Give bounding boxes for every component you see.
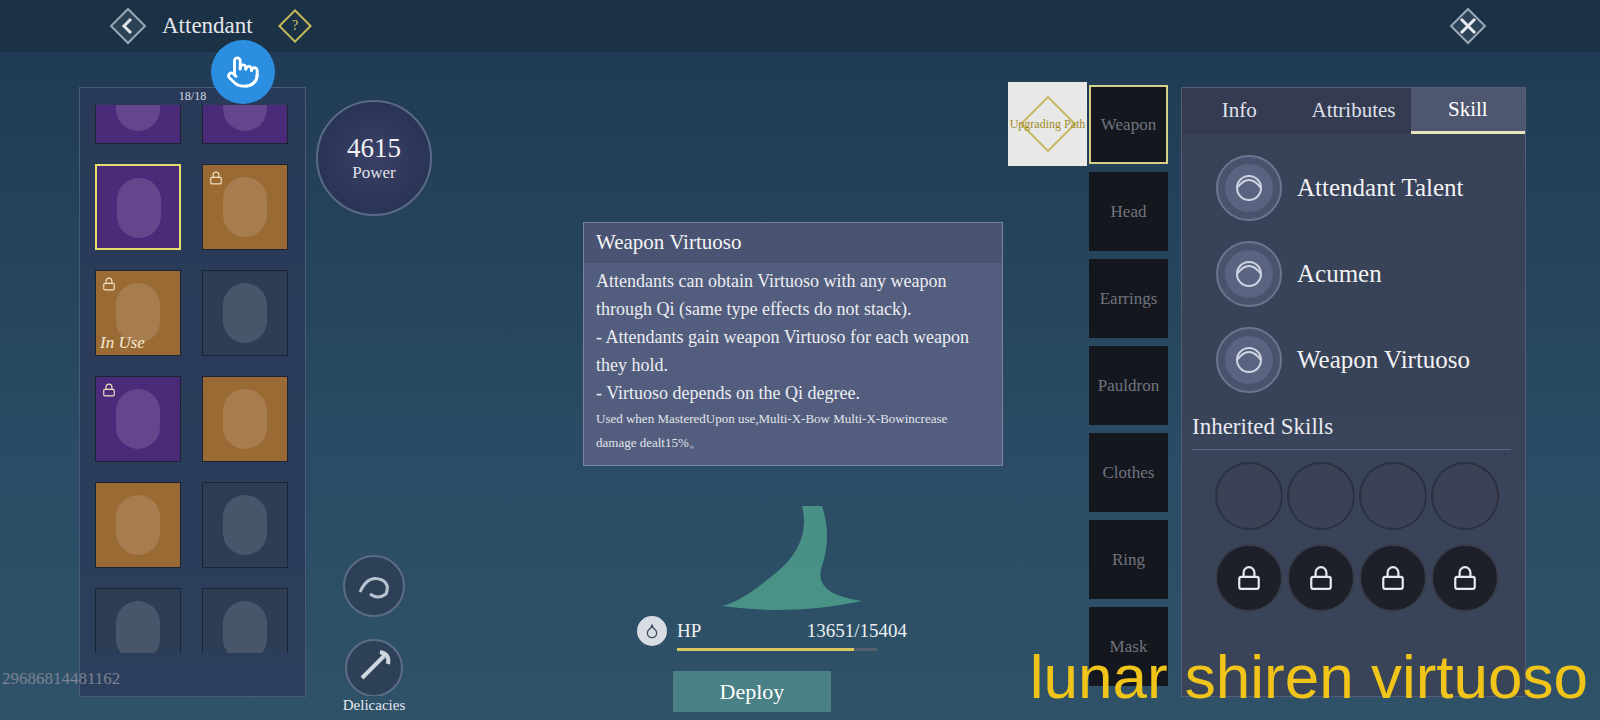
skill-icon [1215,154,1283,222]
attendant-tile[interactable] [202,376,288,462]
side-column: 4615Power Delicacies [316,52,432,720]
attendant-portrait [223,495,267,555]
roster-panel: 18/18 In Use [79,87,306,697]
lock-icon [209,171,223,185]
attendant-tile[interactable] [202,105,288,144]
skill-row[interactable]: Weapon Virtuoso [1215,326,1525,394]
attendant-tile[interactable] [202,270,288,356]
attendant-tile[interactable] [95,482,181,568]
tab-bar: InfoAttributesSkill [1182,88,1525,134]
attendant-tile[interactable] [95,588,181,653]
tap-hint [211,40,275,104]
lock-icon [102,383,116,397]
attendant-portrait [223,601,267,653]
equipment-slot[interactable]: Ring [1089,520,1168,599]
inherited-slot[interactable] [1287,462,1355,530]
equipment-column: WeaponHeadEarringsPauldronClothesRingMas… [1089,85,1168,697]
equipment-slot[interactable]: Weapon [1089,85,1168,164]
detail-panel: InfoAttributesSkill Attendant Talent Acume… [1181,87,1526,697]
account-id: 29686814481162 [2,666,120,692]
attendant-portrait [116,495,160,555]
tooltip-title: Weapon Virtuoso [584,223,1002,263]
equipment-slot[interactable]: Earrings [1089,259,1168,338]
inherited-slot[interactable] [1431,462,1499,530]
equipment-slot[interactable]: Clothes [1089,433,1168,512]
lock-icon [1380,565,1406,591]
hp-bar [677,648,877,651]
deploy-button[interactable]: Deploy [673,671,831,712]
attendant-portrait [116,601,160,653]
tap-hand-icon [226,55,260,89]
power-label: Power [352,163,395,183]
roster-viewport: In Use [80,105,305,653]
inherited-slot[interactable] [1359,462,1427,530]
upgrade-tile[interactable]: Upgrading Path [1008,82,1087,166]
roster-count: 18/18 [80,88,305,105]
attendant-portrait [223,105,267,131]
attendant-screen: Attendant? 18/18 In Use 4615Power Delicacies… [0,0,1600,720]
skill-icon [1215,326,1283,394]
inherited-slot[interactable] [1215,544,1283,612]
tooltip-body: Attendants can obtain Virtuoso with any … [584,263,1002,465]
hp-icon-wrap [637,616,667,646]
delicacies-icon [342,636,406,696]
attendant-tile[interactable]: In Use [95,270,181,356]
attendant-portrait [116,105,160,131]
hp-label: HP [677,617,701,646]
inherited-title: Inherited Skills [1192,410,1511,450]
skill-list: Attendant Talent Acumen Weapon Virtuoso [1182,134,1525,394]
equipment-slot[interactable]: Pauldron [1089,346,1168,425]
skill-row[interactable]: Attendant Talent [1215,154,1525,222]
attendant-action-icon[interactable] [342,554,406,618]
skill-row[interactable]: Acumen [1215,240,1525,308]
attendant-tile[interactable] [95,376,181,462]
tab[interactable]: Attributes [1296,88,1410,134]
attendant-model [692,506,892,616]
attendant-tile[interactable] [95,164,181,250]
hp-bar-fill [677,648,854,651]
inherited-grid [1215,462,1525,612]
attendant-tile[interactable] [202,482,288,568]
attendant-portrait [223,283,267,343]
attendant-tile[interactable] [202,588,288,653]
lock-icon [1308,565,1334,591]
attendant-tile[interactable] [202,164,288,250]
attendant-portrait [116,389,160,449]
attendant-portrait [117,178,161,238]
in-use-label: In Use [100,334,145,351]
inherited-slot[interactable] [1215,462,1283,530]
power-badge: 4615Power [316,100,432,216]
tooltip: Weapon VirtuosoAttendants can obtain Vir… [583,222,1003,466]
lock-icon [102,277,116,291]
equipment-slot[interactable]: Head [1089,172,1168,251]
screen-title: Attendant [162,9,253,44]
close-icon[interactable] [1446,4,1490,48]
lock-icon [1452,565,1478,591]
delicacies-label: Delicacies [343,696,405,714]
tab[interactable]: Skill [1411,88,1525,134]
attendant-tile[interactable] [95,105,181,144]
power-value: 4615 [347,133,401,163]
delicacies-button[interactable]: Delicacies [342,636,406,714]
upgrade-label: Upgrading Path [1010,117,1086,131]
inherited-slot[interactable] [1287,544,1355,612]
help-icon[interactable]: ? [278,9,312,43]
tab[interactable]: Info [1182,88,1296,134]
attendant-portrait [223,177,267,237]
hp-row: HP 13651/15404 [637,616,907,651]
tooltip-note: Used when MasteredUpon use,Multi-X-Bow M… [596,407,990,455]
drop-icon [644,623,660,639]
hp-reading: 13651/15404 [807,617,907,646]
back-icon[interactable] [108,6,148,46]
lock-icon [1236,565,1262,591]
inherited-slot[interactable] [1431,544,1499,612]
roster-grid: In Use [80,105,305,653]
watermark: lunar shiren virtuoso [1030,642,1588,712]
inherited-slot[interactable] [1359,544,1427,612]
skill-icon [1215,240,1283,308]
attendant-portrait [223,389,267,449]
